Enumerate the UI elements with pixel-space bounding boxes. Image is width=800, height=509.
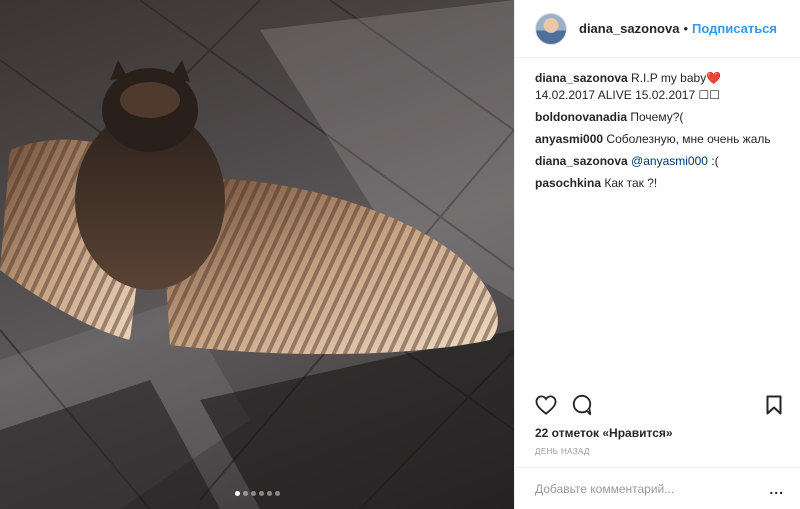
owl-photo-illustration	[0, 0, 514, 509]
post-timestamp: ДЕНЬ НАЗАД	[535, 447, 590, 456]
comment-item: pasochkina Как так ?!	[535, 175, 780, 192]
comment-text: :(	[707, 154, 719, 168]
post-actions	[535, 393, 782, 421]
carousel-indicator	[0, 491, 514, 496]
header-separator: •	[683, 21, 688, 36]
comment-username[interactable]: diana_sazonova	[535, 154, 628, 168]
follow-button[interactable]: Подписаться	[692, 21, 777, 36]
avatar[interactable]	[535, 12, 567, 45]
comment-text: Соболезную, мне очень жаль	[606, 132, 771, 146]
comment-text: Как так ?!	[604, 176, 658, 190]
carousel-dot[interactable]	[242, 491, 248, 496]
likes-count[interactable]: 22 отметок «Нравится»	[535, 426, 673, 440]
comment-text: Почему?(	[630, 110, 684, 124]
comment-item: diana_sazonova R.I.P my baby❤️14.02.2017…	[535, 70, 780, 104]
comment-input[interactable]	[535, 481, 770, 496]
comment-item: boldonovanadia Почему?(	[535, 109, 780, 126]
comment-mention[interactable]: @anyasmi000	[631, 154, 708, 168]
carousel-dot[interactable]	[266, 491, 272, 496]
post-sidebar: diana_sazonova • Подписаться diana_sazon…	[514, 0, 800, 509]
comment-item: anyasmi000 Соболезную, мне очень жаль	[535, 131, 780, 148]
header-username[interactable]: diana_sazonova	[579, 21, 679, 36]
comment-icon[interactable]	[571, 394, 593, 421]
comment-username[interactable]: anyasmi000	[535, 132, 603, 146]
comment-item: diana_sazonova @anyasmi000 :(	[535, 153, 780, 170]
comment-username[interactable]: boldonovanadia	[535, 110, 627, 124]
carousel-dot[interactable]	[274, 491, 280, 496]
comment-username[interactable]: diana_sazonova	[535, 71, 628, 85]
bookmark-icon[interactable]	[766, 395, 782, 420]
carousel-dot-active[interactable]	[234, 491, 240, 496]
post-photo[interactable]	[0, 0, 514, 509]
carousel-dot[interactable]	[250, 491, 256, 496]
add-comment-bar: ...	[515, 467, 800, 509]
more-options-icon[interactable]: ...	[769, 481, 784, 497]
heart-icon[interactable]	[535, 394, 557, 420]
carousel-dot[interactable]	[258, 491, 264, 496]
comment-username[interactable]: pasochkina	[535, 176, 601, 190]
post-header: diana_sazonova • Подписаться	[515, 0, 800, 58]
comments-list: diana_sazonova R.I.P my baby❤️14.02.2017…	[515, 58, 800, 192]
